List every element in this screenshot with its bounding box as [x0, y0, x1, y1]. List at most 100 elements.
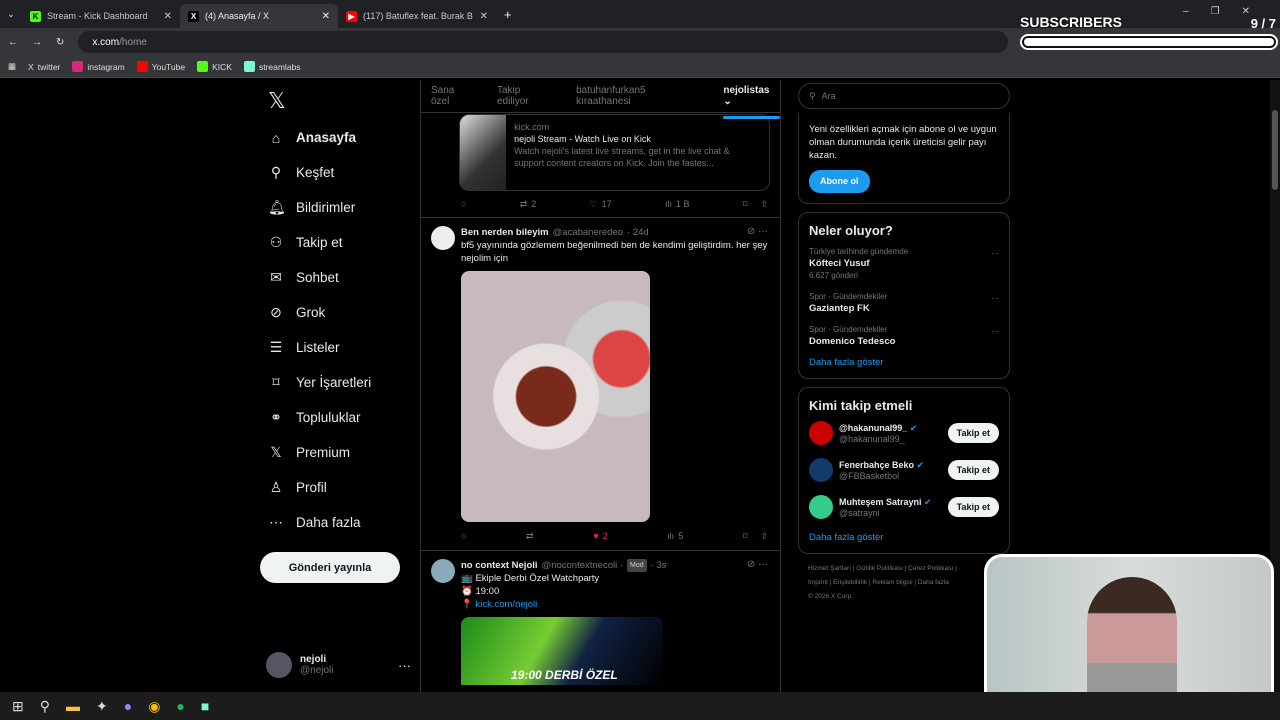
- search-input[interactable]: ⚲ Ara: [798, 83, 1010, 109]
- reply-icon[interactable]: ○: [461, 199, 466, 209]
- avatar[interactable]: [431, 226, 455, 250]
- sidebar-item-premium[interactable]: 𝕏 Premium: [258, 435, 418, 470]
- like-button[interactable]: ♡ 17: [590, 199, 612, 210]
- bookmark-instagram[interactable]: instagram: [72, 61, 125, 72]
- more-icon[interactable]: ···: [991, 248, 999, 260]
- show-more-link[interactable]: Daha fazla göster: [809, 532, 999, 543]
- tweet-author[interactable]: Ben nerden bileyim: [461, 226, 549, 239]
- tweet-link[interactable]: kick.com/nejoli: [475, 599, 537, 610]
- follow-button[interactable]: Takip et: [947, 423, 999, 443]
- card-title: nejoli Stream - Watch Live on Kick: [514, 134, 651, 144]
- post-button[interactable]: Gönderi yayınla: [260, 552, 400, 583]
- link-card[interactable]: kick.com nejoli Stream - Watch Live on Ki…: [459, 114, 770, 191]
- suggestion-name[interactable]: Fenerbahçe Beko: [839, 460, 914, 470]
- bookmark-icon[interactable]: ⌑: [743, 199, 748, 210]
- more-icon[interactable]: ···: [398, 658, 411, 673]
- sidebar-item-label: Daha fazla: [296, 515, 361, 530]
- show-more-link[interactable]: Daha fazla göster: [809, 357, 999, 368]
- sidebar-item-profil[interactable]: ♙ Profil: [258, 470, 418, 505]
- avatar[interactable]: [809, 458, 833, 482]
- tweet-author[interactable]: no context Nejoli: [461, 559, 538, 572]
- retweet-icon[interactable]: ⇄: [526, 531, 534, 542]
- bookmark-icon[interactable]: ⌑: [743, 531, 748, 542]
- sidebar-item-sohbet[interactable]: ✉ Sohbet: [258, 260, 418, 295]
- grok-icon[interactable]: ⊘: [747, 226, 755, 237]
- avatar[interactable]: [809, 421, 833, 445]
- suggestion-name[interactable]: Muhteşem Satrayni: [839, 497, 922, 507]
- tab-x[interactable]: X (4) Anasayfa / X ✕: [180, 4, 338, 28]
- sidebar-item-anasayfa[interactable]: ⌂ Anasayfa: [258, 120, 418, 155]
- tab-kick[interactable]: K Stream - Kick Dashboard ✕: [22, 4, 180, 28]
- bookmark-youtube[interactable]: YouTube: [136, 61, 185, 72]
- tweet-handle[interactable]: @acabaneredeo: [553, 226, 623, 239]
- chart-icon: ılı: [667, 531, 675, 541]
- new-tab-button[interactable]: +: [504, 7, 512, 22]
- retweet-button[interactable]: ⇄ 2: [520, 199, 537, 210]
- sidebar-item-keşfet[interactable]: ⚲ Keşfet: [258, 155, 418, 190]
- share-icon[interactable]: ⇧: [760, 531, 768, 542]
- streamlabs-icon[interactable]: ■: [201, 698, 209, 714]
- bookmark-kick[interactable]: KICK: [197, 61, 232, 72]
- tab-youtube[interactable]: ▶ (117) Batuflex feat. Burak Balkan ✕: [338, 4, 496, 28]
- follow-button[interactable]: Takip et: [947, 460, 999, 480]
- views-button[interactable]: ılı 1 B: [665, 199, 690, 209]
- like-button[interactable]: ♥ 2: [593, 531, 607, 541]
- tab-following[interactable]: Takip ediliyor: [497, 85, 554, 107]
- trend-item[interactable]: Spor · Gündemdekiler Gaziantep FK ···: [809, 291, 999, 315]
- app-icon[interactable]: ✦: [96, 698, 108, 715]
- scrollbar-thumb[interactable]: [1272, 110, 1278, 190]
- footer-line[interactable]: Imprint | Erişilebilirlik | Reklam bilgi…: [808, 576, 1010, 590]
- more-icon[interactable]: ···: [991, 293, 999, 305]
- forward-icon[interactable]: →: [32, 37, 42, 48]
- bookmark-streamlabs[interactable]: streamlabs: [243, 61, 301, 72]
- reload-icon[interactable]: ↻: [56, 37, 64, 48]
- sidebar-item-daha-fazla[interactable]: ⋯ Daha fazla: [258, 505, 418, 540]
- url-input[interactable]: x.com/home: [78, 31, 1009, 53]
- chrome-icon[interactable]: ◉: [148, 698, 160, 715]
- tweet-handle[interactable]: @nocontextnecoli ·: [542, 559, 623, 572]
- tab-search-button[interactable]: ⌄: [0, 9, 22, 20]
- avatar[interactable]: [809, 495, 833, 519]
- spotify-icon[interactable]: ●: [176, 698, 184, 714]
- sidebar-item-takip-et[interactable]: ⚇ Takip et: [258, 225, 418, 260]
- sidebar-item-topluluklar[interactable]: ⚭ Topluluklar: [258, 400, 418, 435]
- sidebar-item-yer-i̇şaretleri[interactable]: ⌑ Yer İşaretleri: [258, 365, 418, 400]
- back-icon[interactable]: ←: [8, 37, 18, 48]
- x-logo-icon[interactable]: 𝕏: [268, 88, 418, 120]
- file-explorer-icon[interactable]: ▬: [66, 698, 80, 714]
- reply-icon[interactable]: ○: [461, 531, 466, 541]
- tweet[interactable]: Ben nerden bileyim @acabaneredeo · 24d bf5…: [421, 217, 780, 522]
- windows-start-icon[interactable]: ⊞: [12, 698, 24, 715]
- apps-icon[interactable]: ▦: [8, 61, 16, 72]
- account-switcher[interactable]: nejoli @nejoli ···: [266, 652, 411, 678]
- trend-item[interactable]: Spor · Gündemdekiler Domenico Tedesco ···: [809, 324, 999, 348]
- grok-icon[interactable]: ⊘: [747, 559, 755, 570]
- tweet-image[interactable]: 19:00 DERBİ ÖZEL: [461, 617, 663, 685]
- bookmark-twitter[interactable]: Xtwitter: [28, 62, 60, 72]
- tweet[interactable]: no context Nejoli @nocontextnecoli · Mod · …: [421, 550, 780, 685]
- views-button[interactable]: ılı 5: [667, 531, 683, 541]
- footer-line[interactable]: Hizmet Şartları | Gizlilik Politikası | …: [808, 562, 1010, 576]
- search-placeholder: Ara: [821, 91, 836, 101]
- suggestion-name[interactable]: @hakanunal99_: [839, 423, 907, 433]
- trend-item[interactable]: Türkiye tarihinde gündemde Köfteci Yusuf 6…: [809, 246, 999, 282]
- more-icon[interactable]: ···: [758, 226, 768, 237]
- avatar[interactable]: [431, 559, 455, 583]
- search-icon[interactable]: ⚲: [40, 698, 50, 715]
- close-icon[interactable]: ✕: [322, 11, 330, 22]
- more-icon[interactable]: ···: [758, 559, 768, 570]
- sidebar-item-bildirimler[interactable]: 🔔︎ Bildirimler: [258, 190, 418, 225]
- sidebar-item-grok[interactable]: ⊘ Grok: [258, 295, 418, 330]
- tab-list-nejolistas[interactable]: nejolistas ⌄: [723, 85, 780, 119]
- share-icon[interactable]: ⇧: [760, 199, 768, 210]
- follow-button[interactable]: Takip et: [947, 497, 999, 517]
- subscribe-button[interactable]: Abone ol: [809, 170, 870, 193]
- close-icon[interactable]: ✕: [164, 11, 172, 22]
- discord-icon[interactable]: ●: [124, 698, 132, 714]
- tab-for-you[interactable]: Sana özel: [431, 85, 475, 107]
- close-icon[interactable]: ✕: [480, 11, 488, 22]
- sidebar-item-listeler[interactable]: ☰ Listeler: [258, 330, 418, 365]
- more-icon[interactable]: ···: [991, 326, 999, 338]
- tweet-image[interactable]: [461, 271, 650, 522]
- tab-list-kiraathanesi[interactable]: batuhanfurkan5 kıraathanesi: [576, 85, 701, 107]
